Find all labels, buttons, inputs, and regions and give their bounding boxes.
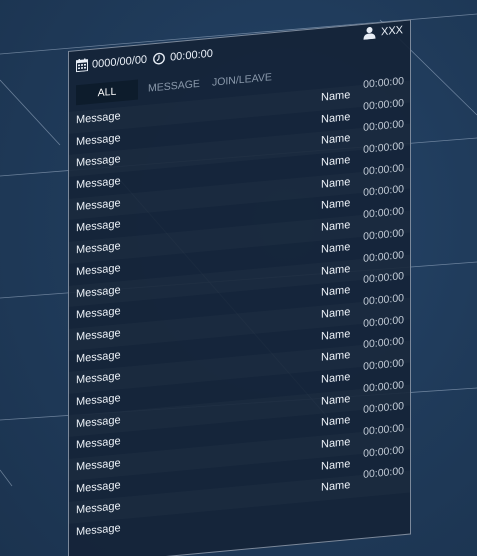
timestamp: 00:00:00 [363, 140, 404, 156]
log-list[interactable]: Message Name 00:00:00 Message Name 00:00:00 Me… [69, 75, 410, 546]
sender-name: Name [321, 240, 351, 256]
message-text: Message [76, 218, 121, 235]
message-text: Message [76, 500, 121, 517]
message-text: Message [76, 153, 121, 170]
sender-name: Name [321, 284, 351, 299]
message-text: Message [76, 348, 121, 365]
sender-name: Name [321, 110, 351, 126]
tab-message[interactable]: MESSAGE [142, 73, 206, 99]
timestamp: 00:00:00 [363, 96, 404, 113]
sender-name: Name [321, 392, 351, 408]
timestamp: 00:00:00 [363, 270, 404, 287]
message-text: Message [76, 131, 121, 148]
timestamp: 00:00:00 [363, 443, 404, 460]
timestamp: 00:00:00 [363, 465, 404, 482]
user-display: XXX [363, 23, 403, 40]
date-time-display: 0000/00/00 00:00:00 [76, 47, 213, 73]
timestamp: 00:00:00 [363, 205, 404, 221]
message-text: Message [76, 110, 121, 127]
sender-name: Name [321, 305, 351, 321]
sender-name: Name [321, 327, 351, 343]
sender-name: Name [321, 436, 351, 451]
clock-icon [153, 52, 165, 65]
message-text: Message [76, 240, 121, 257]
sender-name: Name [321, 132, 351, 148]
sender-name: Name [321, 175, 351, 191]
timestamp: 00:00:00 [363, 313, 404, 330]
timestamp: 00:00:00 [363, 226, 404, 243]
message-text: Message [76, 283, 121, 300]
timestamp: 00:00:00 [363, 291, 404, 308]
timestamp: 00:00:00 [363, 422, 404, 438]
sender-name: Name [321, 457, 351, 473]
message-text: Message [76, 327, 121, 344]
message-text: Message [76, 175, 121, 192]
timestamp: 00:00:00 [363, 118, 404, 135]
timestamp: 00:00:00 [363, 400, 404, 417]
message-text: Message [76, 478, 121, 495]
message-text: Message [76, 370, 121, 387]
calendar-icon [76, 58, 88, 73]
sender-name: Name [321, 197, 351, 213]
tab-join-leave[interactable]: JOIN/LEAVE [206, 67, 278, 94]
sender-name: Name [321, 89, 351, 104]
message-text: Message [76, 522, 121, 539]
sender-name: Name [321, 154, 351, 169]
timestamp: 00:00:00 [363, 183, 404, 200]
chat-log-panel: 0000/00/00 00:00:00 XXX ALL MESSAGE JOIN… [68, 19, 411, 556]
tab-all[interactable]: ALL [76, 79, 138, 106]
sender-name: Name [321, 370, 351, 386]
sender-name: Name [321, 479, 351, 495]
time-text: 00:00:00 [170, 47, 213, 64]
timestamp: 00:00:00 [363, 248, 404, 265]
sender-name: Name [321, 219, 351, 234]
scene-background: 0000/00/00 00:00:00 XXX ALL MESSAGE JOIN… [0, 0, 477, 556]
message-text: Message [76, 392, 121, 409]
timestamp: 00:00:00 [363, 161, 404, 178]
timestamp: 00:00:00 [363, 378, 404, 395]
sender-name: Name [321, 262, 351, 278]
timestamp: 00:00:00 [363, 335, 404, 352]
message-text: Message [76, 305, 121, 322]
sender-name: Name [321, 349, 351, 364]
message-text: Message [76, 196, 121, 214]
message-text: Message [76, 261, 121, 279]
timestamp: 00:00:00 [363, 357, 404, 373]
user-icon [363, 27, 376, 40]
timestamp: 00:00:00 [363, 75, 404, 91]
sender-name: Name [321, 414, 351, 430]
date-text: 0000/00/00 [92, 53, 148, 71]
message-text: Message [76, 457, 121, 474]
message-text: Message [76, 413, 121, 430]
message-text: Message [76, 435, 121, 452]
username-text: XXX [380, 23, 403, 38]
